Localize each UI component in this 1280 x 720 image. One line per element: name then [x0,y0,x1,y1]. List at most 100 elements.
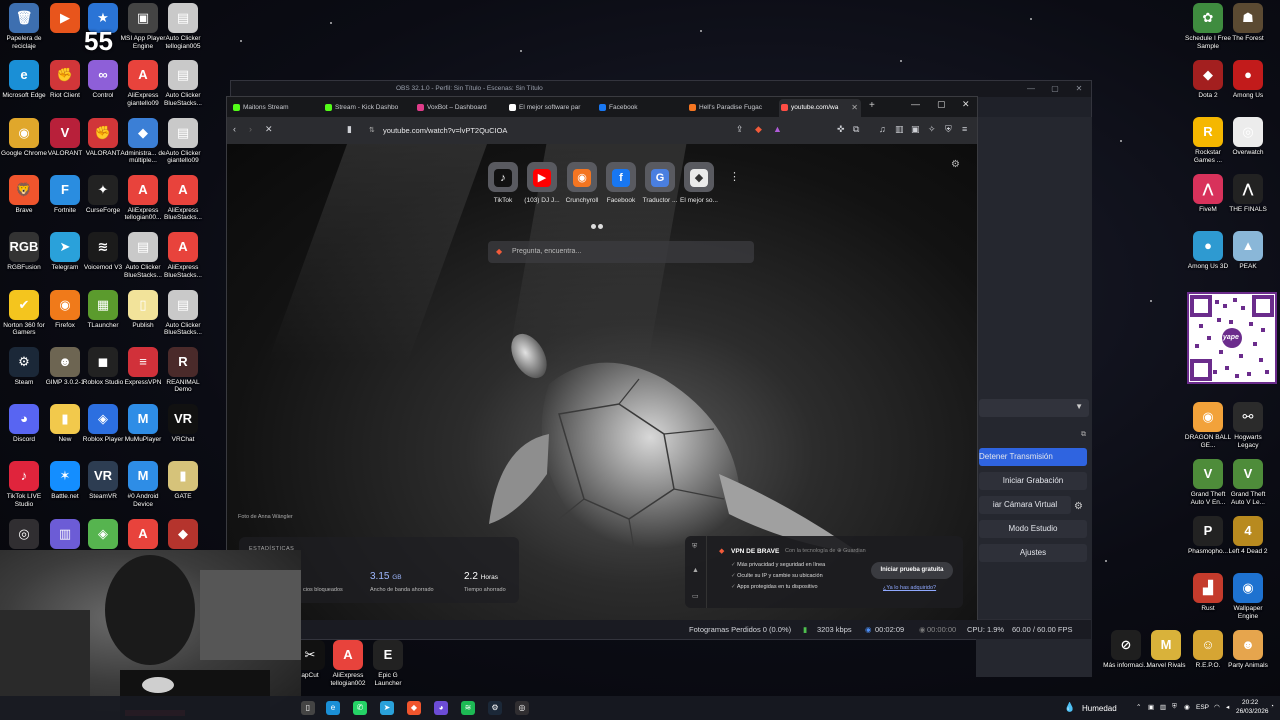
desktop-icon-party-animals[interactable]: ☻ Party Animals [1224,630,1272,670]
top-site-103-dj-j[interactable]: ▶ (103) DJ J... [522,162,562,204]
desktop-icon-auto-clicker-giantello09[interactable]: ▤ Auto Clicker giantello09 [159,117,207,165]
top-site-facebook[interactable]: f Facebook [601,162,641,204]
wallet-icon[interactable]: ▣ [911,124,920,135]
tab-youtube-com-wa[interactable]: youtube.com/wa ✕ [779,99,861,117]
menu-icon[interactable]: ≡ [962,124,967,134]
virtual-camera-button[interactable]: iar Cámara Virtual [979,496,1071,514]
tray-app-icon[interactable]: ⛨ [1172,703,1177,711]
obs-icon[interactable]: ◎ [515,701,529,715]
tab-hell-s-paradise-fugac[interactable]: Hell's Paradise Fugac [687,99,775,117]
whatsapp-icon[interactable]: ✆ [353,701,367,715]
desktop-icon-gate[interactable]: ▮ GATE [159,461,207,501]
minimize-icon[interactable]: — [1019,81,1043,97]
gear-icon[interactable]: ⚙ [1074,501,1083,512]
top-sites-pager[interactable] [591,216,605,234]
minimize-icon[interactable]: — [911,99,920,109]
news-tab-icon[interactable]: ▭ [692,592,699,600]
studio-mode-button[interactable]: Modo Estudio [979,520,1087,538]
top-site-traductor[interactable]: G Traductor ... [640,162,680,204]
start-recording-button[interactable]: Iniciar Grabación [979,472,1087,490]
clock-date[interactable]: 26/03/2026 [1236,708,1269,715]
more-options-icon[interactable]: ⋮ [729,170,740,183]
rewards-tab-icon[interactable]: ▲ [692,567,699,574]
desktop-icon-aliexpress-bluestacks[interactable]: A AliExpress BlueStacks... [159,174,207,222]
new-tab-icon[interactable]: + [869,100,875,111]
desktop-icon-m-s-informaci[interactable]: ⊘ Más informaci... [1102,630,1150,670]
desktop-icon-among-us[interactable]: ● Among Us [1224,60,1272,100]
brave-rewards-icon[interactable]: ▲ [773,124,782,134]
bookmark-icon[interactable]: ▮ [347,124,352,135]
desktop-icon-hogwarts-legacy[interactable]: ⚯ Hogwarts Legacy [1224,402,1272,449]
obs-scene-dropdown[interactable]: ▼ [979,399,1089,417]
tab-facebook[interactable]: Facebook [597,99,683,117]
address-bar[interactable]: ⇅ youtube.com/watch?v=lvPT2QuCIOA [361,122,781,139]
desktop-icon-the-finals[interactable]: ⋀ THE FINALS [1224,174,1272,214]
vpn-icon[interactable]: ⛨ [945,124,952,135]
maximize-icon[interactable]: ▢ [1043,81,1067,97]
back-icon[interactable]: ‹ [233,124,236,134]
tab-voxbot-dashboard[interactable]: VoxBot – Dashboard [415,99,503,117]
vpn-already-purchased-link[interactable]: ¿Ya lo has adquirido? [883,585,936,591]
stop-loading-icon[interactable]: ✕ [265,124,273,135]
share-icon[interactable]: ⇪ [736,124,744,135]
top-site-el-mejor-so[interactable]: ◆ El mejor so... [679,162,719,204]
steam-icon[interactable]: ⚙ [488,701,502,715]
picture-in-picture-icon[interactable]: ⧉ [853,124,859,135]
close-icon[interactable]: ✕ [962,99,970,110]
el-mejor-so-icon: ◆ [684,162,714,192]
desktop-icon-left-4-dead-2[interactable]: 4 Left 4 Dead 2 [1224,516,1272,556]
notifications-icon[interactable]: ◔ [1270,703,1274,710]
brave-shields-icon[interactable]: ◆ [755,124,762,135]
clock-time[interactable]: 20:22 [1242,699,1258,706]
desktop-icon-reanimal-demo[interactable]: R REANIMAL Demo [159,346,207,394]
desktop-icon-aliexpress-bluestacks[interactable]: A AliExpress BlueStacks... [159,232,207,279]
weather-text[interactable]: Humedad [1082,704,1117,713]
desktop-icon-auto-clicker-bluestacks[interactable]: ▤ Auto Clicker BlueStacks... [159,289,207,337]
tray-app-icon[interactable]: ▣ [1148,703,1154,711]
language-indicator[interactable]: ESP [1196,704,1209,711]
media-icon[interactable]: ♫ [879,124,886,134]
leo-icon[interactable]: ✧ [928,124,936,135]
vpn-trial-button[interactable]: Iniciar prueba gratuita [871,562,953,579]
gear-icon[interactable]: ⚙ [951,159,960,170]
tab-el-mejor-software-par[interactable]: El mejor software par [507,99,593,117]
photo-credit[interactable]: Foto de Anna Wängler [238,514,293,520]
desktop-icon-peak[interactable]: ▲ PEAK [1224,231,1272,271]
tray-app-icon[interactable]: ◉ [1184,703,1190,711]
tab-stream-kick-dashbo[interactable]: Stream - Kick Dashbo [323,99,411,117]
extensions-icon[interactable]: ✜ [837,124,845,135]
search-icon[interactable]: ▯ [301,701,315,715]
close-icon[interactable]: ✕ [1067,81,1091,97]
top-site-tiktok[interactable]: ♪ TikTok [483,162,523,204]
telegram-icon[interactable]: ➤ [380,701,394,715]
tab-maitons-stream[interactable]: Maitons Stream [231,99,319,117]
stop-stream-button[interactable]: Detener Transmisión [979,448,1087,466]
spotify-icon[interactable]: ≋ [461,701,475,715]
wifi-icon[interactable]: ◠ [1214,703,1220,711]
maximize-icon[interactable]: ▢ [937,99,946,110]
volume-icon[interactable]: ◂ [1226,703,1229,711]
desktop-icon-the-forest[interactable]: ☗ The Forest [1224,3,1272,43]
desktop-icon-vrchat[interactable]: VR VRChat [159,404,207,444]
desktop-icon-auto-clicker-bluestacks[interactable]: ▤ Auto Clicker BlueStacks... [159,60,207,107]
sidebar-icon[interactable]: ▥ [895,124,904,135]
discord-icon[interactable]: ◕ [434,701,448,715]
edge-icon[interactable]: e [326,701,340,715]
tray-chevron-icon[interactable]: ⌃ [1136,703,1141,711]
desktop-icon-grand-theft-auto-v-le[interactable]: V Grand Theft Auto V Le... [1224,459,1272,506]
desktop-icon-epic-g-launcher[interactable]: E Epic G Launcher [364,640,412,687]
dock-float-icon[interactable]: ⧉ [1081,431,1086,439]
search-input[interactable]: ◆ Pregunta, encuentra... [488,241,754,263]
close-tab-icon[interactable]: ✕ [851,99,858,117]
top-site-crunchyroll[interactable]: ◉ Crunchyroll [562,162,602,204]
forward-icon[interactable]: › [249,124,252,134]
brave-icon[interactable]: ◆ [407,701,421,715]
tray-app-icon[interactable]: ▥ [1160,703,1166,711]
settings-button[interactable]: Ajustes [979,544,1087,562]
site-info-icon[interactable]: ⇅ [369,122,375,139]
vpn-tab-icon[interactable]: ⛨ [692,543,697,551]
desktop-icon-overwatch[interactable]: ◎ Overwatch [1224,117,1272,157]
desktop-icon-wallpaper-engine[interactable]: ◉ Wallpaper Engine [1224,573,1272,620]
expressvpn-icon: ≡ [128,346,158,377]
desktop-icon-auto-clicker-tellogian005[interactable]: ▤ Auto Clicker tellogian005 [159,3,207,50]
